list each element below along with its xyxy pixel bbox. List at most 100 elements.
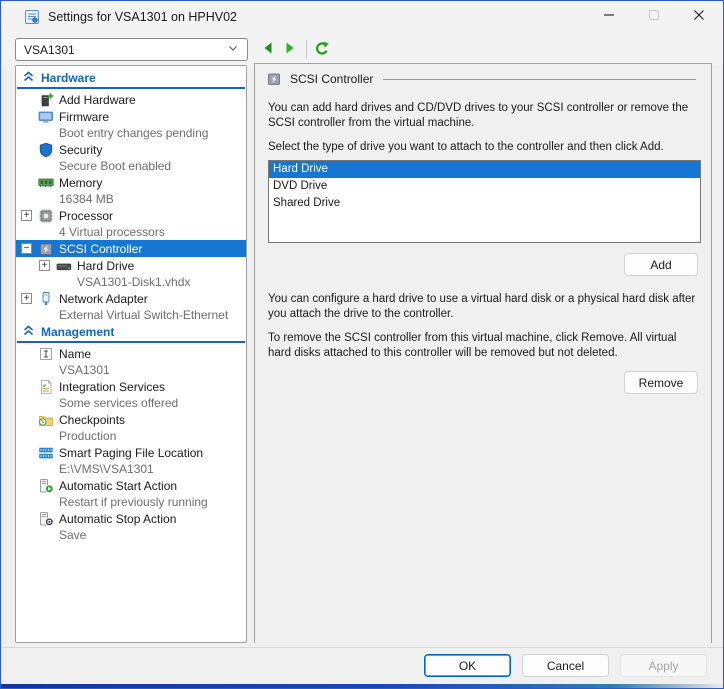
scsi-controller-icon bbox=[266, 71, 282, 87]
expand-toggle[interactable]: + bbox=[21, 210, 32, 221]
hardware-management-sidebar: Hardware Add Hardware Firmware Boot entr… bbox=[15, 65, 247, 643]
sidebar-item-sublabel: Production bbox=[16, 428, 246, 444]
sidebar-item-smart-paging-file-location[interactable]: Smart Paging File Location bbox=[16, 444, 246, 461]
name-icon bbox=[38, 346, 54, 362]
scsi-controller-settings-panel: SCSI Controller You can add hard drives … bbox=[254, 63, 712, 643]
security-shield-icon bbox=[38, 142, 54, 158]
sidebar-item-scsi-controller[interactable]: − SCSI Controller bbox=[16, 240, 246, 257]
remove-note: To remove the SCSI controller from this … bbox=[268, 331, 698, 361]
section-divider bbox=[17, 87, 245, 89]
minimize-button[interactable] bbox=[586, 1, 631, 33]
sidebar-item-integration-services[interactable]: Integration Services bbox=[16, 378, 246, 395]
sidebar-item-label: Name bbox=[59, 347, 91, 361]
ok-button[interactable]: OK bbox=[424, 654, 511, 677]
sidebar-item-sublabel: Boot entry changes pending bbox=[16, 125, 246, 141]
panel-title: SCSI Controller bbox=[290, 72, 373, 86]
settings-document-icon bbox=[24, 9, 40, 25]
minimize-icon bbox=[603, 8, 615, 26]
sidebar-item-checkpoints[interactable]: Checkpoints bbox=[16, 411, 246, 428]
sidebar-item-label: Integration Services bbox=[59, 380, 165, 394]
collapse-chevrons-icon bbox=[23, 325, 34, 339]
navigate-forward-button[interactable] bbox=[283, 41, 297, 60]
intro-text: You can add hard drives and CD/DVD drive… bbox=[268, 101, 698, 131]
sidebar-item-name[interactable]: Name bbox=[16, 345, 246, 362]
toolbar-separator bbox=[306, 40, 307, 59]
maximize-button bbox=[631, 1, 676, 33]
sidebar-item-memory[interactable]: Memory bbox=[16, 174, 246, 191]
listbox-option-shared-drive[interactable]: Shared Drive bbox=[269, 195, 700, 212]
header-rule bbox=[383, 79, 696, 80]
apply-button: Apply bbox=[620, 654, 707, 677]
sidebar-item-label: Security bbox=[59, 143, 102, 157]
sidebar-item-label: SCSI Controller bbox=[59, 242, 142, 256]
sidebar-item-security[interactable]: Security bbox=[16, 141, 246, 158]
settings-dialog-window: Settings for VSA1301 on HPHV02 VSA1301 bbox=[0, 0, 724, 689]
sidebar-item-label: Smart Paging File Location bbox=[59, 446, 203, 460]
sidebar-item-label: Add Hardware bbox=[59, 93, 136, 107]
sidebar-item-firmware[interactable]: Firmware bbox=[16, 108, 246, 125]
sidebar-item-sublabel: External Virtual Switch-Ethernet bbox=[16, 307, 246, 323]
memory-icon bbox=[38, 175, 54, 191]
smart-paging-icon bbox=[38, 445, 54, 461]
sidebar-item-label: Hard Drive bbox=[77, 259, 134, 273]
panel-header: SCSI Controller bbox=[266, 69, 700, 89]
integration-services-icon bbox=[38, 379, 54, 395]
sidebar-item-automatic-stop-action[interactable]: Automatic Stop Action bbox=[16, 510, 246, 527]
sidebar-item-label: Checkpoints bbox=[59, 413, 125, 427]
toolbar: VSA1301 bbox=[1, 33, 723, 65]
close-button[interactable] bbox=[676, 1, 721, 33]
sidebar-item-sublabel: VSA1301-Disk1.vhdx bbox=[16, 274, 246, 290]
forward-icon bbox=[283, 41, 297, 60]
add-button[interactable]: Add bbox=[624, 253, 698, 276]
processor-icon bbox=[38, 208, 54, 224]
hard-drive-icon bbox=[56, 258, 72, 274]
sidebar-item-sublabel: Save bbox=[16, 527, 246, 543]
vm-selector-value: VSA1301 bbox=[24, 43, 227, 57]
refresh-button[interactable] bbox=[314, 41, 330, 62]
section-title: Hardware bbox=[41, 71, 96, 85]
expand-toggle[interactable]: + bbox=[21, 293, 32, 304]
listbox-option-dvd-drive[interactable]: DVD Drive bbox=[269, 178, 700, 195]
firmware-icon bbox=[38, 109, 54, 125]
drive-type-listbox[interactable]: Hard Drive DVD Drive Shared Drive bbox=[268, 160, 701, 243]
sidebar-item-sublabel: 4 Virtual processors bbox=[16, 224, 246, 240]
sidebar-item-sublabel: Restart if previously running bbox=[16, 494, 246, 510]
sidebar-item-label: Memory bbox=[59, 176, 102, 190]
sidebar-item-sublabel: E:\VMS\VSA1301 bbox=[16, 461, 246, 477]
expand-toggle[interactable]: + bbox=[39, 260, 50, 271]
close-icon bbox=[693, 8, 705, 26]
back-icon bbox=[261, 41, 275, 60]
add-hardware-icon bbox=[38, 92, 54, 108]
window-title: Settings for VSA1301 on HPHV02 bbox=[48, 10, 237, 24]
sidebar-item-hard-drive[interactable]: + Hard Drive bbox=[16, 257, 246, 274]
sidebar-item-automatic-start-action[interactable]: Automatic Start Action bbox=[16, 477, 246, 494]
sidebar-item-sublabel: Some services offered bbox=[16, 395, 246, 411]
collapse-chevrons-icon bbox=[23, 71, 34, 85]
footer-buttons: OK Cancel Apply bbox=[1, 654, 707, 677]
remove-button[interactable]: Remove bbox=[624, 371, 698, 394]
select-drive-prompt: Select the type of drive you want to att… bbox=[268, 140, 698, 155]
navigate-back-button[interactable] bbox=[261, 41, 275, 60]
vm-selector-dropdown[interactable]: VSA1301 bbox=[15, 38, 248, 61]
sidebar-item-sublabel: 16384 MB bbox=[16, 191, 246, 207]
cancel-button[interactable]: Cancel bbox=[522, 654, 609, 677]
auto-stop-icon bbox=[38, 511, 54, 527]
section-header-management[interactable]: Management bbox=[16, 323, 246, 341]
listbox-option-hard-drive[interactable]: Hard Drive bbox=[269, 161, 700, 178]
sidebar-item-label: Processor bbox=[59, 209, 113, 223]
sidebar-item-processor[interactable]: + Processor bbox=[16, 207, 246, 224]
sidebar-item-sublabel: Secure Boot enabled bbox=[16, 158, 246, 174]
checkpoints-icon bbox=[38, 412, 54, 428]
sidebar-item-label: Automatic Stop Action bbox=[59, 512, 176, 526]
scsi-controller-icon bbox=[38, 241, 54, 257]
network-adapter-icon bbox=[38, 291, 54, 307]
sidebar-item-label: Firmware bbox=[59, 110, 109, 124]
section-divider bbox=[17, 341, 245, 343]
auto-start-icon bbox=[38, 478, 54, 494]
section-header-hardware[interactable]: Hardware bbox=[16, 69, 246, 87]
collapse-toggle[interactable]: − bbox=[21, 243, 32, 254]
sidebar-item-add-hardware[interactable]: Add Hardware bbox=[16, 91, 246, 108]
sidebar-item-sublabel: VSA1301 bbox=[16, 362, 246, 378]
sidebar-item-network-adapter[interactable]: + Network Adapter bbox=[16, 290, 246, 307]
maximize-icon bbox=[648, 8, 660, 26]
